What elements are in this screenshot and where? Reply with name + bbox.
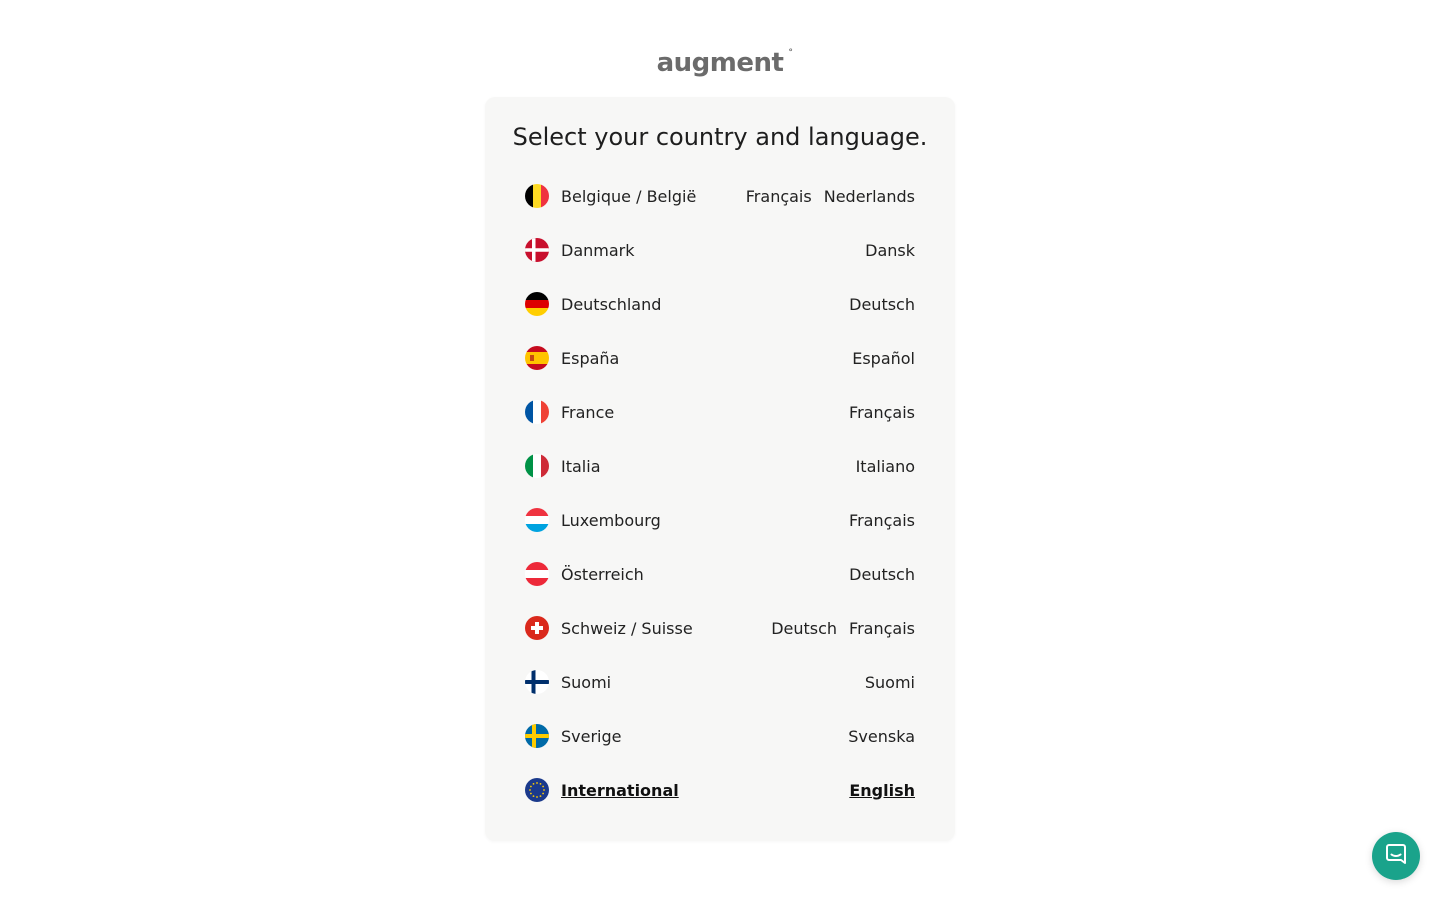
france-flag-icon — [525, 400, 549, 424]
luxembourg-flag-icon — [525, 508, 549, 532]
country-list: Belgique / België Français Nederlands Da… — [525, 169, 915, 817]
country-name[interactable]: Belgique / België — [561, 187, 746, 206]
language-link[interactable]: Dansk — [865, 241, 915, 260]
denmark-flag-icon — [525, 238, 549, 262]
language-link[interactable]: Deutsch — [771, 619, 837, 638]
language-link[interactable]: Français — [746, 187, 812, 206]
switzerland-flag-icon — [525, 616, 549, 640]
page-title: Select your country and language. — [512, 123, 928, 151]
logo-text: augment — [656, 48, 784, 78]
country-row-sweden: Sverige Svenska — [525, 709, 915, 763]
country-name[interactable]: Deutschland — [561, 295, 849, 314]
finland-flag-icon — [525, 670, 549, 694]
sweden-flag-icon — [525, 724, 549, 748]
spain-flag-icon — [525, 346, 549, 370]
germany-flag-icon — [525, 292, 549, 316]
country-name[interactable]: España — [561, 349, 852, 368]
eu-flag-icon — [525, 778, 549, 802]
language-link[interactable]: Nederlands — [824, 187, 915, 206]
country-name[interactable]: Luxembourg — [561, 511, 849, 530]
language-link[interactable]: Suomi — [865, 673, 915, 692]
country-name[interactable]: International — [561, 781, 849, 800]
country-row-austria: Österreich Deutsch — [525, 547, 915, 601]
country-row-switzerland: Schweiz / Suisse Deutsch Français — [525, 601, 915, 655]
country-row-international: International English — [525, 763, 915, 817]
language-link[interactable]: Svenska — [848, 727, 915, 746]
country-row-france: France Français — [525, 385, 915, 439]
country-row-luxembourg: Luxembourg Français — [525, 493, 915, 547]
logo-mark: ° — [788, 48, 793, 58]
country-row-finland: Suomi Suomi — [525, 655, 915, 709]
belgium-flag-icon — [525, 184, 549, 208]
logo[interactable]: augment ° — [0, 48, 1440, 78]
language-link[interactable]: Deutsch — [849, 565, 915, 584]
country-name[interactable]: Sverige — [561, 727, 848, 746]
country-name[interactable]: Schweiz / Suisse — [561, 619, 771, 638]
country-name[interactable]: Danmark — [561, 241, 865, 260]
country-row-belgium: Belgique / België Français Nederlands — [525, 169, 915, 223]
country-row-germany: Deutschland Deutsch — [525, 277, 915, 331]
chat-button[interactable] — [1372, 832, 1420, 880]
country-row-spain: España Español — [525, 331, 915, 385]
country-name[interactable]: Italia — [561, 457, 856, 476]
language-link[interactable]: Italiano — [856, 457, 915, 476]
language-link[interactable]: Français — [849, 403, 915, 422]
country-name[interactable]: France — [561, 403, 849, 422]
country-language-card: Select your country and language. Belgiq… — [485, 97, 955, 841]
austria-flag-icon — [525, 562, 549, 586]
country-name[interactable]: Suomi — [561, 673, 865, 692]
language-link[interactable]: Deutsch — [849, 295, 915, 314]
language-link[interactable]: Français — [849, 511, 915, 530]
country-name[interactable]: Österreich — [561, 565, 849, 584]
language-link[interactable]: Français — [849, 619, 915, 638]
language-link[interactable]: Español — [852, 349, 915, 368]
language-link[interactable]: English — [849, 781, 915, 800]
country-row-denmark: Danmark Dansk — [525, 223, 915, 277]
italy-flag-icon — [525, 454, 549, 478]
country-row-italy: Italia Italiano — [525, 439, 915, 493]
chat-icon — [1384, 842, 1408, 870]
